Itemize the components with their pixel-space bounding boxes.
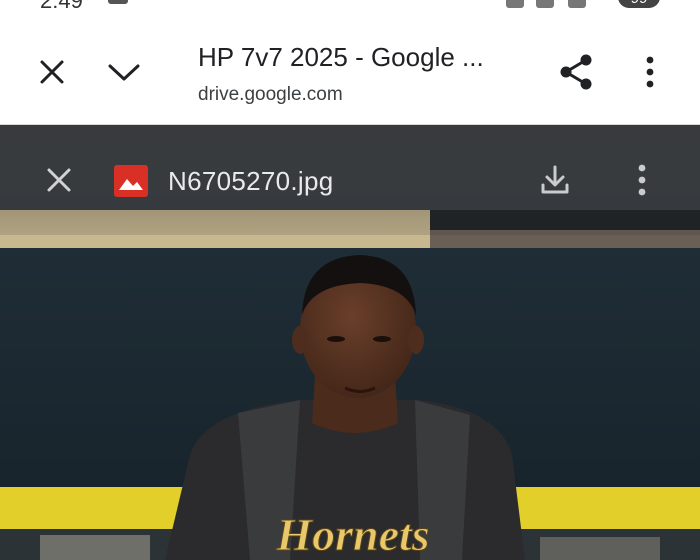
more-options-button[interactable] — [626, 48, 674, 96]
notification-icon — [108, 0, 128, 4]
image-file-icon — [114, 165, 148, 197]
page-url: drive.google.com — [198, 84, 343, 105]
status-time: 2:49 — [40, 0, 83, 13]
viewer-more-button[interactable] — [622, 159, 662, 201]
close-tab-button[interactable] — [28, 48, 76, 96]
custom-tab-toolbar: HP 7v7 2025 - Google ... drive.google.co… — [0, 14, 700, 125]
status-bar: 2:49 99 — [0, 0, 700, 14]
mute-icon — [536, 0, 554, 8]
close-viewer-button[interactable] — [38, 159, 80, 201]
download-icon — [541, 165, 569, 194]
chevron-down-icon — [108, 64, 140, 81]
nfc-icon — [506, 0, 524, 8]
page-title: HP 7v7 2025 - Google ... — [198, 42, 484, 72]
share-icon — [560, 54, 592, 90]
image-viewer: Hornets N6705270.jpg — [0, 125, 700, 560]
close-icon — [40, 60, 64, 84]
close-icon — [47, 168, 71, 192]
battery-indicator: 99 — [618, 0, 660, 8]
more-vert-icon — [646, 56, 654, 88]
download-button[interactable] — [534, 159, 576, 201]
viewer-header: N6705270.jpg — [0, 125, 700, 235]
wifi-icon — [568, 0, 586, 8]
file-name: N6705270.jpg — [168, 166, 334, 196]
more-vert-icon — [638, 164, 646, 196]
jersey-lettering: Hornets — [275, 509, 429, 560]
share-button[interactable] — [552, 48, 600, 96]
minimize-tab-button[interactable] — [100, 48, 148, 96]
